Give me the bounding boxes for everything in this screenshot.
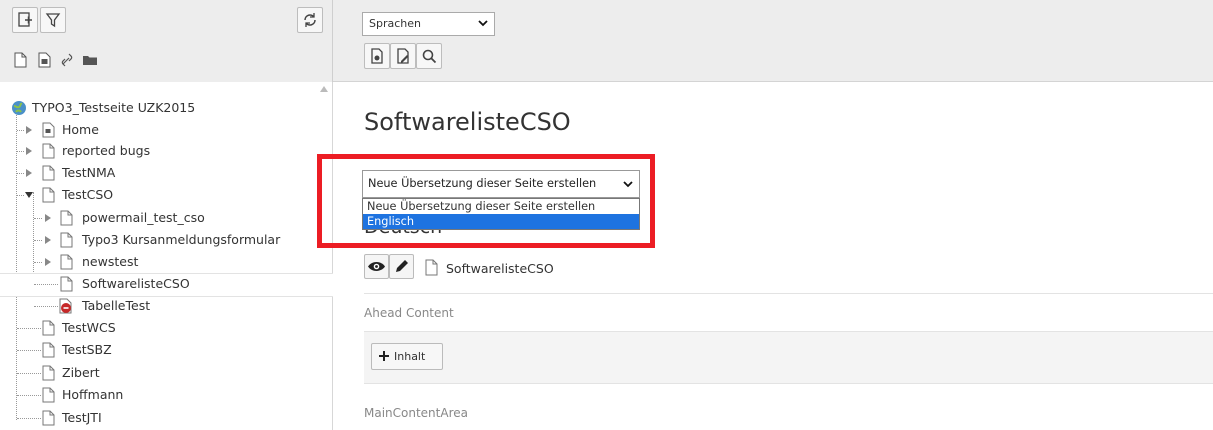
edit-button[interactable] (389, 254, 414, 279)
tree-item[interactable]: Typo3 Kursanmeldungsformular (0, 230, 333, 250)
search-icon (422, 49, 437, 64)
search-button[interactable] (416, 43, 442, 69)
globe-icon (12, 101, 26, 115)
page-icon (42, 320, 55, 336)
eye-icon (368, 262, 385, 271)
shortcut-page-icon (42, 122, 55, 138)
tree-item[interactable]: TestJTI (0, 408, 333, 428)
page-icon (60, 210, 73, 226)
tree-item-label: reported bugs (62, 143, 151, 158)
language-select[interactable]: Sprachen (362, 12, 495, 36)
tree-item-label: Home (62, 122, 99, 137)
view-button[interactable] (364, 254, 389, 279)
expand-arrow-icon[interactable] (43, 257, 53, 267)
tree-item[interactable]: TestSBZ (0, 340, 333, 360)
new-page-icon (18, 12, 32, 27)
tree-item[interactable]: TestNMA (0, 163, 333, 183)
refresh-icon (304, 13, 316, 27)
page-icon (42, 387, 55, 403)
tree-item[interactable]: newstest (0, 252, 333, 272)
page-icon (60, 232, 73, 248)
section-ahead-content: Ahead Content (364, 306, 454, 320)
page-title: SoftwarelisteCSO (364, 108, 571, 136)
tree-item[interactable]: TestWCS (0, 318, 333, 338)
tree-item[interactable]: powermail_test_cso (0, 208, 333, 228)
tree-item[interactable]: Hoffmann (0, 385, 333, 405)
edit-page-button[interactable] (390, 43, 416, 69)
pencil-icon (396, 260, 408, 272)
filter-button[interactable] (40, 7, 66, 33)
tree-item-label: TestSBZ (62, 342, 112, 357)
page-icon (42, 143, 55, 159)
page-icon (42, 165, 55, 181)
section-main-content: MainContentArea (364, 406, 468, 420)
separator (364, 293, 1213, 294)
tree-item[interactable]: Zibert (0, 363, 333, 383)
page-tree-toolbar (0, 0, 333, 82)
page-icon (42, 342, 55, 358)
tree-root-label: TYPO3_Testseite UZK2015 (32, 100, 196, 115)
edit-page-icon (397, 48, 409, 64)
tree-item-label: powermail_test_cso (82, 210, 205, 225)
tree-root[interactable]: TYPO3_Testseite UZK2015 (0, 98, 333, 118)
expand-arrow-icon[interactable] (24, 125, 34, 135)
expand-arrow-icon[interactable] (43, 213, 53, 223)
filter-icon (45, 13, 61, 28)
link-icon[interactable] (58, 51, 76, 69)
refresh-tree-button[interactable] (297, 7, 323, 33)
expand-arrow-icon[interactable] (43, 235, 53, 245)
tree-item[interactable]: reported bugs (0, 141, 333, 161)
tree-item-label: TestJTI (62, 410, 102, 425)
tree-item-label: TabelleTest (82, 298, 151, 313)
hidden-page-icon (59, 298, 72, 314)
tree-item-label: Typo3 Kursanmeldungsformular (82, 232, 281, 247)
tree-item-label: SoftwarelisteCSO (82, 276, 190, 291)
tree-item-label: TestCSO (62, 187, 114, 202)
tree-item-label: Hoffmann (62, 387, 124, 402)
expand-arrow-icon[interactable] (24, 168, 34, 178)
page-icon (60, 254, 73, 270)
content-column (364, 331, 1213, 384)
tree-item-label: TestWCS (62, 320, 116, 335)
tree-item[interactable]: TestCSO (0, 185, 333, 205)
view-page-icon (371, 48, 383, 64)
page-icon[interactable] (11, 51, 29, 69)
page-icon (42, 410, 55, 426)
page-icon (42, 187, 55, 203)
chevron-down-icon (478, 20, 488, 27)
page-icon (60, 276, 73, 292)
page-icon (425, 259, 438, 276)
tree-item[interactable]: Home (0, 120, 333, 140)
add-content-label: Inhalt (394, 350, 426, 363)
expand-arrow-icon[interactable] (24, 146, 34, 156)
tree-item-selected[interactable]: SoftwarelisteCSO (0, 273, 333, 297)
annotation-highlight-box (317, 154, 655, 248)
page-reference-label: SoftwarelisteCSO (446, 261, 554, 276)
tree-item-label: TestNMA (62, 165, 116, 180)
tree-item-label: newstest (82, 254, 139, 269)
language-select-value: Sprachen (369, 17, 421, 30)
view-page-button[interactable] (364, 43, 390, 69)
scroll-up-icon[interactable] (320, 86, 328, 92)
collapse-arrow-icon[interactable] (24, 190, 34, 200)
add-content-button[interactable]: Inhalt (371, 343, 443, 370)
plus-icon (379, 351, 389, 361)
new-page-button[interactable] (12, 7, 38, 33)
tree-item-label: Zibert (62, 365, 100, 380)
tree-item[interactable]: TabelleTest (0, 296, 333, 316)
folder-icon[interactable] (81, 51, 99, 69)
shortcut-page-icon[interactable] (35, 51, 53, 69)
page-icon (42, 365, 55, 381)
